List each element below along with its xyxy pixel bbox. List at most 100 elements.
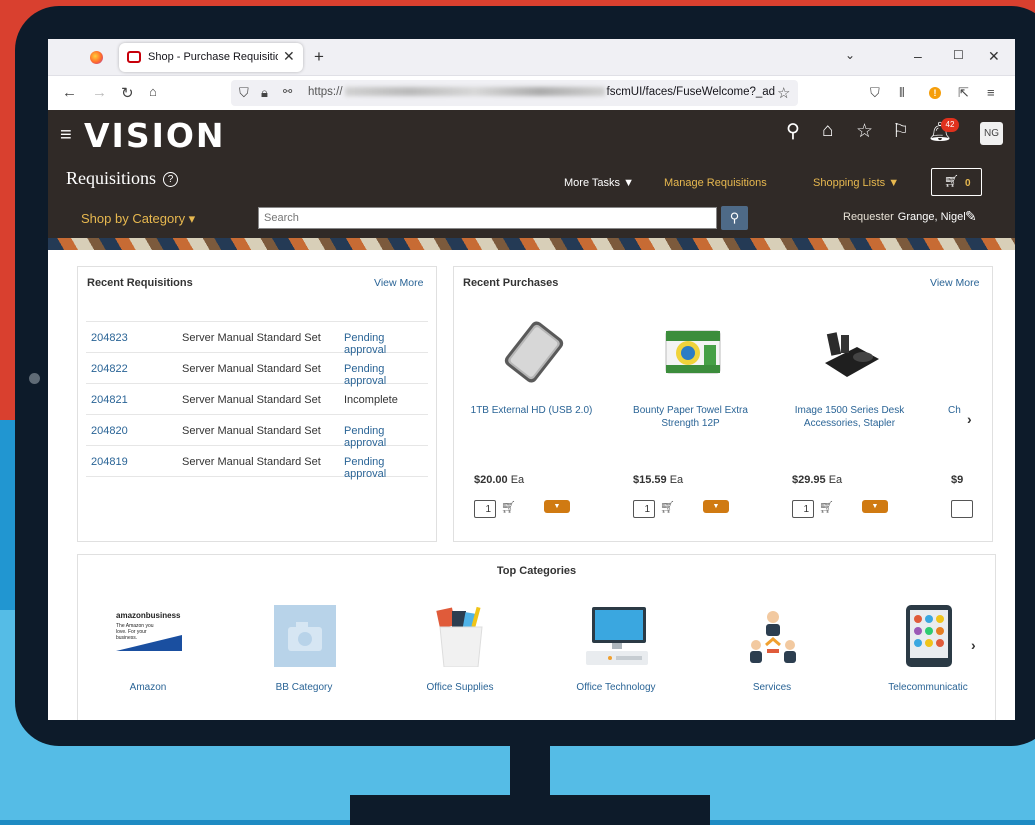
product-name[interactable]: 1TB External HD (USB 2.0) — [454, 404, 609, 417]
requisition-number-link[interactable]: 204821 — [91, 394, 128, 406]
decorative-banner — [48, 238, 1015, 250]
app-menu-icon[interactable]: ≡ — [987, 85, 995, 100]
extensions-icon[interactable]: ⇱ — [958, 85, 969, 101]
product-price: $29.95 Ea — [792, 474, 843, 486]
requisition-description: Server Manual Standard Set — [182, 425, 321, 437]
category-amazon[interactable]: amazonbusiness The Amazon you love. For … — [88, 599, 208, 699]
shop-by-category-menu[interactable]: Shop by Category ▾ — [81, 211, 195, 227]
product-card[interactable]: Ch $9 — [931, 267, 991, 537]
monitor-stand-neck — [510, 745, 550, 795]
carousel-next-chevron-icon[interactable]: › — [971, 637, 976, 653]
browser-tab[interactable]: Shop - Purchase Requisitions - ✕ — [119, 43, 303, 72]
category-label: BB Category — [275, 682, 333, 693]
reload-icon[interactable]: ↻ — [121, 84, 134, 102]
help-icon[interactable]: ? — [163, 172, 179, 187]
requisition-description: Server Manual Standard Set — [182, 363, 321, 375]
manage-requisitions-link[interactable]: Manage Requisitions — [664, 177, 767, 189]
carousel-next-chevron-icon[interactable]: › — [967, 411, 972, 427]
product-card[interactable]: Bounty Paper Towel Extra Strength 12P $1… — [613, 267, 768, 537]
computer-icon — [586, 607, 648, 665]
category-office-supplies[interactable]: Office Supplies — [400, 599, 520, 699]
maximize-button[interactable]: ☐ — [953, 48, 964, 62]
bookmark-star-icon[interactable]: ☆ — [777, 84, 790, 102]
add-to-cart-dropdown-button[interactable]: ▼ — [862, 500, 888, 513]
category-telecommunications[interactable]: Telecommunicatic — [868, 599, 988, 699]
tab-close-button[interactable]: ✕ — [283, 48, 295, 65]
requisition-status[interactable]: Pending approval — [344, 456, 428, 480]
cart-icon: 🛒︎ — [501, 500, 517, 514]
recent-requisitions-card: Recent Requisitions View More 204823 Serv… — [77, 266, 437, 542]
shopping-lists-menu[interactable]: Shopping Lists ▼ — [813, 177, 899, 189]
cart-icon: 🛒︎ — [944, 174, 960, 188]
new-tab-button[interactable]: + — [314, 47, 324, 67]
minimize-button[interactable]: – — [914, 48, 922, 64]
watchlist-flag-icon[interactable]: ⚐ — [892, 120, 909, 143]
category-bb[interactable]: BB Category — [244, 599, 364, 699]
url-bar[interactable]: ⛉ 🔒︎ ⚯ https://fscmUI/faces/FuseWelcome?… — [231, 80, 798, 106]
cart-icon: 🛒︎ — [819, 500, 835, 514]
search-icon: ⚲ — [729, 210, 740, 225]
tablet-icon — [906, 605, 952, 667]
hamburger-menu-icon[interactable]: ≡ — [60, 124, 72, 147]
home-icon[interactable]: ⌂ — [149, 84, 157, 99]
people-network-icon — [750, 611, 796, 663]
edit-pencil-icon[interactable]: ✎ — [965, 208, 977, 225]
permissions-icon[interactable]: ⚯ — [283, 85, 292, 98]
quantity-input[interactable] — [951, 500, 973, 518]
product-price: $20.00 Ea — [474, 474, 525, 486]
requester-info: Requester Grange, Nigel — [843, 211, 966, 223]
pocket-icon[interactable]: ⛉ — [870, 85, 880, 101]
notification-dot[interactable]: ! — [929, 87, 941, 99]
category-label: Telecommunicatic — [888, 682, 968, 693]
lock-icon: 🔒︎ — [261, 85, 268, 100]
library-icon[interactable]: ⦀ — [899, 85, 905, 101]
firefox-icon[interactable] — [90, 51, 103, 64]
recent-requisitions-view-more[interactable]: View More — [374, 277, 423, 289]
search-button[interactable]: ⚲ — [721, 206, 748, 230]
quantity-input[interactable]: 1 — [792, 500, 814, 518]
close-window-button[interactable]: ✕ — [988, 48, 1000, 65]
shopping-cart-button[interactable]: 🛒︎ 0 — [931, 168, 982, 196]
requisition-number-link[interactable]: 204819 — [91, 456, 128, 468]
requisition-description: Server Manual Standard Set — [182, 394, 321, 406]
requisition-description: Server Manual Standard Set — [182, 456, 321, 468]
add-to-cart-dropdown-button[interactable]: ▼ — [544, 500, 570, 513]
requisition-description: Server Manual Standard Set — [182, 332, 321, 344]
table-row[interactable]: 204823 Server Manual Standard Set Pending … — [86, 322, 428, 356]
table-row[interactable]: 204819 Server Manual Standard Set Pending … — [86, 446, 428, 480]
app-header: ≡ VISION ⚲ ⌂ ☆ ⚐ 🔔︎ 42 NG Requisitions? … — [48, 110, 1015, 250]
top-categories-title: Top Categories — [496, 565, 577, 577]
tab-list-chevron-icon[interactable]: ⌄ — [845, 48, 855, 62]
table-row[interactable]: 204822 Server Manual Standard Set Pending … — [86, 353, 428, 387]
product-card[interactable]: 1TB External HD (USB 2.0) $20.00 Ea 1 🛒︎… — [454, 267, 609, 537]
forward-icon[interactable]: → — [92, 84, 107, 101]
category-services[interactable]: Services — [712, 599, 832, 699]
back-icon[interactable]: ← — [62, 84, 77, 101]
table-row[interactable]: 204821 Server Manual Standard Set Incomple… — [86, 384, 428, 415]
favorites-star-icon[interactable]: ☆ — [856, 120, 873, 143]
home-icon[interactable]: ⌂ — [822, 120, 833, 142]
requisition-number-link[interactable]: 204820 — [91, 425, 128, 437]
quantity-input[interactable]: 1 — [633, 500, 655, 518]
add-to-cart-dropdown-button[interactable]: ▼ — [703, 500, 729, 513]
category-office-technology[interactable]: Office Technology — [556, 599, 676, 699]
desk-accessories-image — [825, 332, 879, 377]
notification-badge: 42 — [941, 118, 959, 132]
cart-icon: 🛒︎ — [660, 500, 676, 514]
requisition-number-link[interactable]: 204822 — [91, 363, 128, 375]
product-name[interactable]: Bounty Paper Towel Extra Strength 12P — [613, 404, 768, 430]
more-tasks-menu[interactable]: More Tasks ▼ — [564, 177, 634, 189]
browser-tab-bar: Shop - Purchase Requisitions - ✕ + ⌄ – ☐… — [48, 39, 1015, 76]
product-card[interactable]: Image 1500 Series Desk Accessories, Stap… — [772, 267, 927, 537]
search-icon[interactable]: ⚲ — [786, 120, 800, 143]
table-row[interactable]: 204820 Server Manual Standard Set Pending … — [86, 415, 428, 449]
vision-logo[interactable]: VISION — [84, 116, 226, 155]
user-avatar[interactable]: NG — [980, 122, 1003, 145]
office-supplies-icon — [436, 606, 483, 667]
product-name[interactable]: Image 1500 Series Desk Accessories, Stap… — [772, 404, 927, 430]
quantity-input[interactable]: 1 — [474, 500, 496, 518]
camera-placeholder-icon — [274, 605, 336, 667]
search-input[interactable] — [258, 207, 717, 229]
category-label: Office Technology — [576, 682, 656, 693]
requisition-number-link[interactable]: 204823 — [91, 332, 128, 344]
